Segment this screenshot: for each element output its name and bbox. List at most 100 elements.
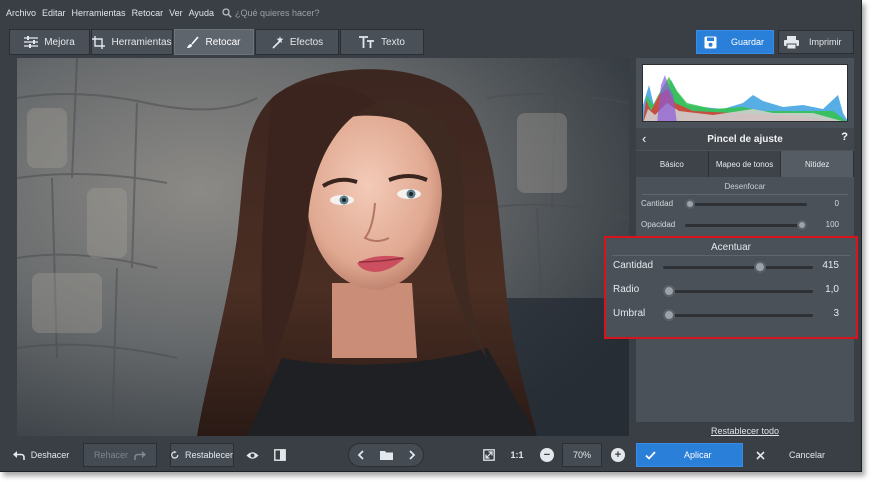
menu-ayuda[interactable]: Ayuda	[189, 8, 214, 18]
menu-bar: Archivo Editar Herramientas Retocar Ver …	[0, 0, 861, 26]
magic-wand-icon	[272, 35, 284, 49]
apply-button[interactable]: Aplicar	[636, 443, 743, 467]
print-label: Imprimir	[809, 37, 842, 47]
reset-label: Restablecer	[184, 450, 233, 460]
slider-label: Umbral	[613, 308, 646, 319]
help-button[interactable]: ?	[841, 131, 848, 143]
slider-value: 3	[833, 308, 839, 319]
tab-efectos[interactable]: Efectos	[255, 29, 339, 55]
floppy-disk-icon	[704, 36, 717, 48]
slider-value: 100	[825, 220, 839, 229]
actual-size-button[interactable]: 1:1	[506, 443, 528, 467]
search-box[interactable]: ¿Qué quieres hacer?	[222, 8, 320, 18]
slider-value: 0	[834, 199, 839, 208]
acentuar-radio-slider[interactable]: Radio 1,0	[613, 283, 853, 299]
tab-herramientas[interactable]: Herramientas	[91, 29, 173, 55]
menu-herramientas[interactable]: Herramientas	[72, 8, 126, 18]
tab-mejora[interactable]: Mejora	[9, 29, 90, 55]
portrait-photo	[17, 58, 629, 436]
menu-ver[interactable]: Ver	[169, 8, 183, 18]
printer-icon	[784, 35, 799, 49]
text-icon	[359, 36, 375, 48]
checkmark-icon	[645, 450, 656, 460]
sliders-icon	[24, 36, 39, 48]
save-label: Guardar	[731, 37, 765, 47]
tab-label: Retocar	[205, 36, 241, 48]
print-button[interactable]: Imprimir	[778, 30, 854, 54]
main-toolbar: Mejora Herramientas Retocar Efectos Text…	[0, 26, 861, 58]
acentuar-section-title: Acentuar	[710, 242, 752, 253]
slider-handle[interactable]	[685, 199, 695, 209]
tab-texto[interactable]: Texto	[340, 29, 424, 55]
photo-canvas[interactable]	[17, 58, 629, 436]
cancel-label: Cancelar	[789, 450, 826, 460]
menu-editar[interactable]: Editar	[42, 8, 66, 18]
zoom-out-button[interactable]: −	[538, 443, 556, 467]
slider-track[interactable]	[663, 314, 813, 317]
compare-icon	[274, 449, 286, 461]
reset-button[interactable]: Restablecer	[170, 443, 234, 467]
redo-button[interactable]: Rehacer	[83, 443, 157, 467]
slider-value: 415	[822, 260, 839, 271]
save-button[interactable]: Guardar	[696, 30, 774, 54]
chevron-right-icon[interactable]	[408, 450, 416, 460]
panel-title: Pincel de ajuste	[707, 133, 783, 145]
fit-screen-icon	[483, 449, 495, 461]
back-arrow-icon[interactable]: ‹	[642, 131, 646, 146]
slider-value: 1,0	[825, 284, 839, 295]
zoom-in-button[interactable]: +	[609, 443, 627, 467]
subtab-mapeo-de-tonos[interactable]: Mapeo de tonos	[708, 151, 782, 177]
slider-handle[interactable]	[797, 220, 807, 230]
subtab-basico[interactable]: Básico	[636, 151, 709, 177]
eye-icon	[246, 451, 258, 459]
fit-to-screen-button[interactable]	[479, 443, 499, 467]
tab-label: Herramientas	[111, 36, 172, 48]
plus-icon: +	[611, 448, 625, 462]
histogram	[642, 64, 848, 122]
acentuar-umbral-slider[interactable]: Umbral 3	[613, 307, 853, 323]
chevron-left-icon[interactable]	[357, 450, 365, 460]
redo-label: Rehacer	[93, 450, 129, 460]
slider-handle[interactable]	[754, 261, 767, 273]
slider-track[interactable]	[685, 203, 807, 206]
mode-tabs: Mejora Herramientas Retocar Efectos Text…	[9, 29, 425, 55]
compare-button[interactable]	[270, 443, 290, 467]
cancel-button[interactable]: Cancelar	[750, 443, 850, 467]
desenfocar-cantidad-slider[interactable]: Cantidad 0	[641, 197, 849, 211]
menu-archivo[interactable]: Archivo	[6, 8, 36, 18]
desenfocar-section-title: Desenfocar	[724, 182, 766, 191]
acentuar-cantidad-slider[interactable]: Cantidad 415	[613, 259, 853, 275]
slider-track[interactable]	[685, 224, 807, 227]
section-divider	[642, 194, 848, 195]
reset-icon	[171, 451, 179, 459]
section-divider	[612, 255, 850, 256]
panel-subtabs: Básico Mapeo de tonos Nitidez	[636, 151, 855, 177]
search-icon	[222, 8, 232, 18]
histogram-graph	[643, 75, 847, 121]
undo-icon	[12, 450, 25, 460]
slider-track[interactable]	[663, 266, 813, 269]
reset-all-link[interactable]: Restablecer todo	[636, 426, 854, 436]
tab-label: Texto	[381, 36, 405, 48]
tab-label: Mejora	[44, 36, 75, 48]
redo-icon	[134, 450, 147, 460]
slider-label: Cantidad	[613, 260, 654, 271]
desenfocar-opacidad-slider[interactable]: Opacidad 100	[641, 218, 849, 232]
panel-header: ‹ Pincel de ajuste ?	[636, 128, 854, 150]
image-navigator	[348, 443, 424, 467]
slider-label: Radio	[613, 284, 640, 295]
folder-icon[interactable]	[379, 450, 393, 460]
menu-retocar[interactable]: Retocar	[132, 8, 164, 18]
acentuar-section: Acentuar Cantidad 415 Radio 1,0 Umbral 3	[604, 236, 858, 339]
bottom-toolbar: Deshacer Rehacer Restablecer 1:1 − 70% +…	[0, 440, 861, 471]
slider-handle[interactable]	[663, 285, 675, 297]
undo-button[interactable]: Deshacer	[8, 443, 74, 467]
tab-retocar[interactable]: Retocar	[174, 29, 254, 55]
zoom-level-field[interactable]: 70%	[562, 443, 602, 467]
search-placeholder: ¿Qué quieres hacer?	[234, 8, 320, 18]
slider-track[interactable]	[663, 290, 813, 293]
subtab-nitidez[interactable]: Nitidez	[781, 151, 855, 177]
photo-editor-window: Archivo Editar Herramientas Retocar Ver …	[0, 0, 862, 472]
slider-handle[interactable]	[663, 309, 675, 321]
preview-eye-button[interactable]	[242, 443, 262, 467]
